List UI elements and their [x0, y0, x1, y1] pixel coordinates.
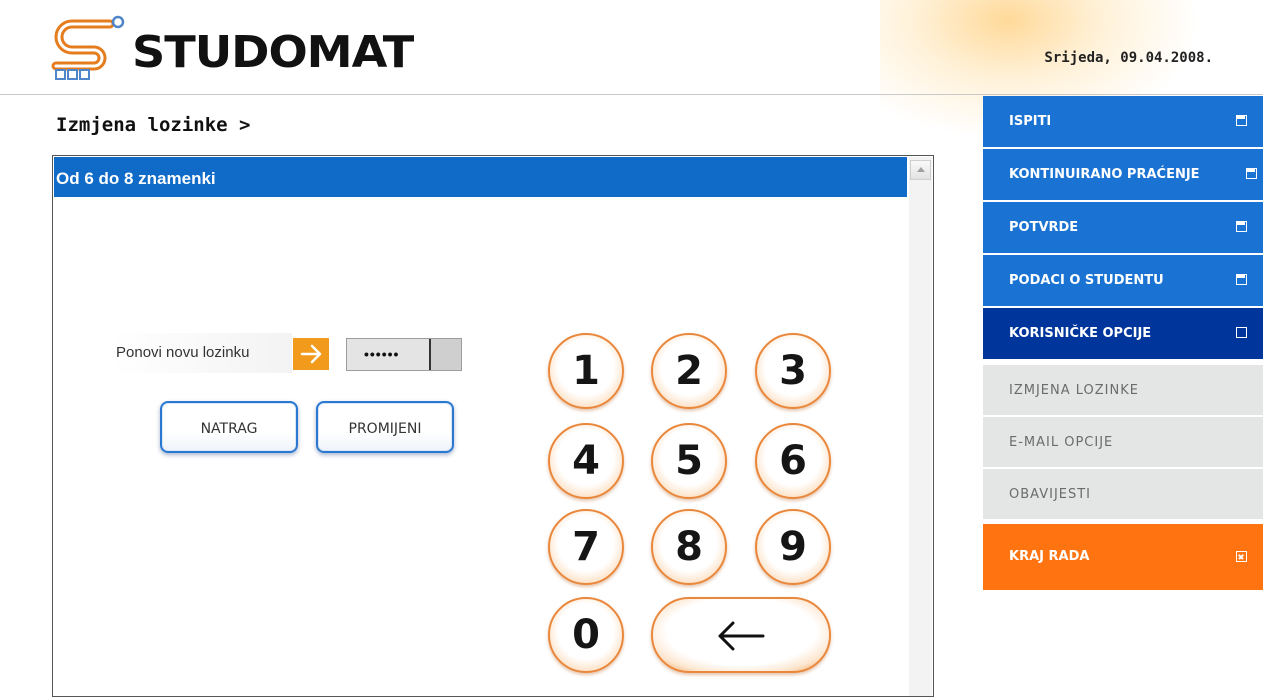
collapse-icon — [1236, 327, 1247, 338]
keypad-key-9[interactable]: 9 — [755, 509, 831, 585]
expand-icon — [1246, 168, 1257, 179]
nav-item-label: KORISNIČKE OPCIJE — [1009, 326, 1152, 341]
nav-subitem-email-opcije[interactable]: E-MAIL OPCIJE — [983, 417, 1263, 468]
close-icon — [1236, 551, 1247, 562]
repeat-password-input[interactable]: •••••• — [346, 338, 462, 371]
expand-icon — [1236, 221, 1247, 232]
nav-item-label: IZMJENA LOZINKE — [1009, 383, 1139, 398]
studomat-logo-icon — [51, 15, 125, 80]
scroll-up-arrow-icon[interactable] — [910, 160, 931, 180]
nav-item-potvrde[interactable]: POTVRDE — [983, 202, 1263, 253]
nav-item-podaci-o-studentu[interactable]: PODACI O STUDENTU — [983, 255, 1263, 306]
nav-item-label: E-MAIL OPCIJE — [1009, 435, 1114, 450]
header-divider — [0, 94, 1263, 95]
expand-icon — [1236, 274, 1247, 285]
keypad-key-0[interactable]: 0 — [548, 597, 624, 673]
panel-heading: Od 6 do 8 znamenki — [54, 157, 907, 197]
nav-item-korisnicke-opcije[interactable]: KORISNIČKE OPCIJE — [983, 308, 1263, 359]
vertical-scrollbar[interactable] — [909, 157, 932, 696]
nav-item-label: PODACI O STUDENTU — [1009, 273, 1164, 288]
nav-item-kontinuirano-pracenje[interactable]: KONTINUIRANO PRAĆENJE — [983, 149, 1263, 200]
expand-icon — [1236, 115, 1247, 126]
logo-text: STUDOMAT — [132, 27, 414, 78]
keypad-backspace-button[interactable] — [651, 597, 831, 673]
nav-item-label: POTVRDE — [1009, 220, 1079, 235]
nav-item-label: OBAVIJESTI — [1009, 487, 1092, 502]
nav-item-label: ISPITI — [1009, 114, 1052, 129]
keypad-key-7[interactable]: 7 — [548, 509, 624, 585]
header: STUDOMAT Srijeda, 09.04.2008. — [0, 0, 1263, 140]
password-masked-value: •••••• — [347, 339, 431, 370]
arrow-right-icon — [293, 338, 329, 370]
nav-subitem-izmjena-lozinke[interactable]: IZMJENA LOZINKE — [983, 365, 1263, 416]
left-arrow-icon — [718, 621, 765, 651]
nav-item-ispiti[interactable]: ISPITI — [983, 96, 1263, 147]
studomat-logo: STUDOMAT — [48, 14, 414, 84]
keypad-key-6[interactable]: 6 — [755, 423, 831, 499]
nav-item-label: KONTINUIRANO PRAĆENJE — [1009, 167, 1200, 182]
current-date: Srijeda, 09.04.2008. — [1044, 50, 1213, 66]
nav-item-label: KRAJ RADA — [1009, 549, 1090, 564]
nav-item-kraj-rada[interactable]: KRAJ RADA — [983, 524, 1263, 590]
repeat-password-label: Ponovi novu lozinku — [112, 333, 292, 373]
keypad-key-1[interactable]: 1 — [548, 333, 624, 409]
keypad-key-3[interactable]: 3 — [755, 333, 831, 409]
page-title: Izmjena lozinke > — [56, 114, 251, 136]
nav-subitem-obavijesti[interactable]: OBAVIJESTI — [983, 469, 1263, 520]
keypad-key-8[interactable]: 8 — [651, 509, 727, 585]
keypad-key-4[interactable]: 4 — [548, 423, 624, 499]
keypad-key-2[interactable]: 2 — [651, 333, 727, 409]
back-button[interactable]: NATRAG — [160, 401, 298, 453]
change-password-button[interactable]: PROMIJENI — [316, 401, 454, 453]
keypad-key-5[interactable]: 5 — [651, 423, 727, 499]
